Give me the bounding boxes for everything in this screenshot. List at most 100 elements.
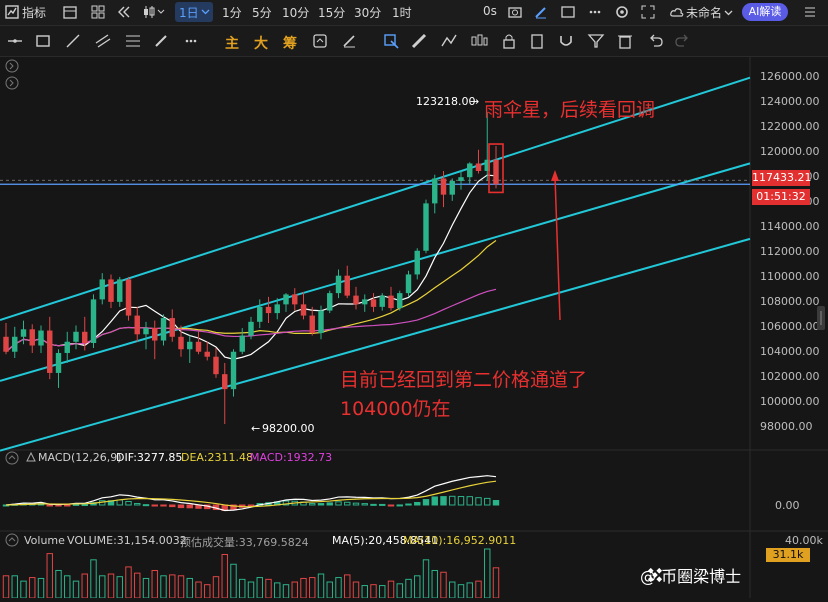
replay-time[interactable]: 0s: [483, 4, 497, 18]
candle-body: [467, 163, 473, 178]
macd-histogram-bar: [484, 497, 491, 506]
magnet-icon[interactable]: [557, 32, 575, 50]
macd-controls-icon[interactable]: [5, 451, 39, 465]
path-icon[interactable]: [440, 32, 458, 50]
indicators-icon[interactable]: [4, 4, 20, 20]
settings-icon[interactable]: [614, 4, 630, 20]
volume-bar: [20, 580, 27, 599]
volume-bar: [186, 577, 193, 599]
volume-bar: [125, 566, 132, 599]
sync-icon[interactable]: [311, 32, 329, 50]
macd-histogram-bar: [169, 504, 176, 508]
camera-icon[interactable]: [507, 4, 523, 20]
current-price-tag: 117433.21: [752, 170, 812, 186]
candle-body: [300, 304, 307, 316]
horizontal-line-icon[interactable]: [6, 32, 24, 50]
expand-icon[interactable]: [5, 76, 19, 90]
macd-histogram-bar: [317, 503, 325, 506]
clipboard-icon[interactable]: [528, 32, 546, 50]
ai-interpret-button[interactable]: AI解读: [742, 3, 788, 21]
candle-type-icon[interactable]: [143, 4, 165, 20]
trend-line-icon[interactable]: [64, 32, 82, 50]
candle-body: [432, 178, 438, 204]
volume-bar: [466, 582, 473, 599]
rectangle-icon[interactable]: [34, 32, 52, 50]
interval-1m[interactable]: 1分: [222, 4, 242, 21]
interval-15m[interactable]: 15分: [318, 4, 345, 21]
volume-current-tag: 31.1k: [766, 548, 810, 562]
filter-icon[interactable]: [587, 32, 605, 50]
macd-histogram-bar: [186, 504, 193, 509]
candle-body: [318, 310, 324, 334]
chevron-down-icon[interactable]: [724, 10, 733, 16]
interval-selector[interactable]: 1日: [175, 2, 213, 22]
channel-icon[interactable]: [94, 32, 112, 50]
candle-body: [274, 304, 280, 314]
candle-body: [265, 306, 272, 314]
candle-body: [230, 351, 237, 390]
indicators-button[interactable]: 指标: [22, 4, 46, 21]
volume-bar: [300, 577, 307, 599]
volume-bar: [422, 559, 430, 599]
pen-icon[interactable]: [533, 4, 549, 20]
interval-10m[interactable]: 10分: [282, 4, 309, 21]
macd-histogram-bar: [335, 501, 342, 506]
more-tools-icon[interactable]: [182, 32, 200, 50]
interval-5m[interactable]: 5分: [252, 4, 272, 21]
ruler-icon[interactable]: [410, 32, 428, 50]
macd-histogram-bar: [247, 504, 255, 507]
volume-bar: [379, 585, 386, 599]
rewind-icon[interactable]: [116, 4, 132, 20]
grid-icon[interactable]: [90, 4, 106, 20]
candles-icon[interactable]: [470, 32, 488, 50]
layout-name[interactable]: 未命名: [686, 4, 722, 21]
interval-30m[interactable]: 30分: [354, 4, 381, 21]
candle-body: [362, 299, 368, 305]
pencil-icon[interactable]: [340, 32, 358, 50]
big-order-label[interactable]: 大: [254, 33, 268, 53]
chart-area[interactable]: 126000.00124000.00122000.00120000.001180…: [0, 57, 828, 599]
calendar-icon[interactable]: [62, 4, 78, 20]
candle-body: [292, 294, 298, 305]
candle-body: [55, 352, 62, 373]
volume-name: Volume: [24, 534, 65, 547]
candle-body: [117, 279, 123, 302]
trash-icon[interactable]: [616, 32, 634, 50]
select-icon[interactable]: [382, 32, 400, 50]
price-tick-label: 120000.00: [760, 145, 820, 159]
volume-estimate: 预估成交量:33,769.5824: [180, 536, 309, 549]
candle-body: [29, 329, 35, 346]
volume-bar: [11, 575, 18, 599]
fullscreen-icon[interactable]: [640, 4, 656, 20]
more-icon[interactable]: [587, 4, 603, 20]
volume-bar: [492, 567, 500, 599]
candle-body: [335, 275, 342, 294]
macd-histogram-bar: [431, 496, 438, 506]
window-icon[interactable]: [560, 4, 576, 20]
price-chart[interactable]: [0, 57, 828, 599]
volume-bar: [72, 580, 80, 599]
main-force-label[interactable]: 主: [225, 33, 239, 53]
chips-label[interactable]: 筹: [283, 33, 297, 53]
brush-icon[interactable]: [152, 32, 170, 50]
fibonacci-icon[interactable]: [124, 32, 142, 50]
chart-settings-icon[interactable]: [802, 4, 818, 20]
volume-bar: [2, 575, 10, 599]
candle-body: [99, 279, 105, 300]
interval-1h[interactable]: 1时: [392, 4, 412, 21]
macd-histogram-bar: [309, 503, 316, 506]
collapse-icon[interactable]: [5, 59, 19, 73]
lock-icon[interactable]: [500, 32, 518, 50]
volume-axis-top: 40.00k: [785, 534, 823, 547]
candle-body: [379, 295, 385, 307]
candle-body: [47, 330, 53, 373]
volume-controls-icon[interactable]: [5, 533, 19, 547]
candle-body: [414, 250, 420, 275]
volume-bar: [335, 577, 342, 599]
macd-histogram-bar: [142, 504, 150, 507]
drawing-toolbar: 主 大 筹: [0, 26, 828, 57]
price-tick-label: 104000.00: [760, 344, 820, 358]
redo-icon[interactable]: [674, 32, 692, 50]
scroll-handle[interactable]: [816, 305, 826, 331]
undo-icon[interactable]: [646, 32, 664, 50]
